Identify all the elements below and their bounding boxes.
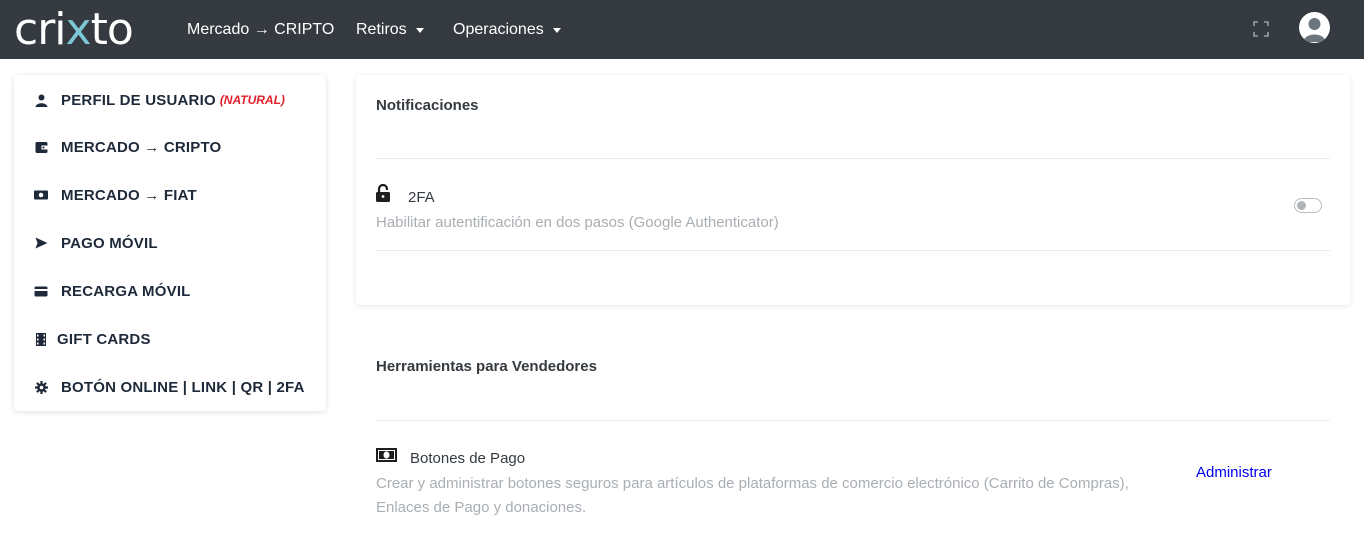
twofa-description: Habilitar autentificación en dos pasos (… [376, 214, 779, 231]
twofa-toggle[interactable] [1294, 198, 1322, 213]
administrar-link[interactable]: Administrar [1196, 464, 1272, 481]
sidebar-item-boton-online[interactable]: BOTÓN ONLINE | LINK | QR | 2FA [14, 363, 326, 411]
nav-mercado-cripto[interactable]: Mercado → CRIPTO [187, 0, 334, 59]
logo-text-left: cri [14, 3, 67, 55]
sidebar-item-label: BOTÓN ONLINE | LINK | QR | 2FA [61, 378, 305, 396]
sidebar-item-label: GIFT CARDS [57, 330, 151, 348]
nav-operaciones-label: Operaciones [453, 20, 544, 38]
seller-tools-title: Herramientas para Vendedores [376, 358, 597, 375]
logo-text-x: x [65, 3, 92, 55]
sidebar-item-gift-cards[interactable]: GIFT CARDS [14, 315, 326, 363]
wallet-icon [34, 140, 48, 154]
money-bill-icon [376, 448, 397, 462]
nav-mercado-cripto-label: Mercado → CRIPTO [187, 20, 335, 38]
paper-plane-icon [34, 236, 48, 250]
sidebar-item-mercado-cripto[interactable]: MERCADO → CRIPTO [14, 123, 326, 171]
seller-tools-section: Herramientas para Vendedores Botones de … [356, 336, 1350, 542]
caret-down-icon [415, 28, 424, 33]
money-bill-icon [34, 188, 48, 202]
sidebar-item-recarga-movil[interactable]: RECARGA MÓVIL [14, 267, 326, 315]
payment-buttons-description: Crear y administrar botones seguros para… [376, 475, 1129, 516]
sidebar-item-pago-movil[interactable]: PAGO MÓVIL [14, 219, 326, 267]
sidebar-item-label: PERFIL DE USUARIO [61, 91, 216, 109]
twofa-title: 2FA [408, 189, 435, 206]
divider [376, 158, 1330, 159]
caret-down-icon [552, 28, 561, 33]
notifications-title: Notificaciones [376, 97, 479, 114]
sidebar-menu: PERFIL DE USUARIO (NATURAL) MERCADO → CR… [14, 75, 326, 411]
notifications-card: Notificaciones 2FA Habilitar autentifica… [356, 75, 1350, 305]
sidebar-item-perfil-usuario[interactable]: PERFIL DE USUARIO (NATURAL) [14, 76, 326, 124]
divider [376, 250, 1330, 251]
sidebar-item-label: PAGO MÓVIL [61, 234, 158, 252]
user-avatar-icon [1303, 18, 1326, 42]
payment-buttons-title: Botones de Pago [410, 450, 526, 467]
sidebar-item-label: MERCADO → CRIPTO [61, 138, 222, 156]
logo-text-right: to [90, 3, 134, 55]
crixto-logo[interactable]: cri x to [14, 3, 134, 55]
top-navbar: cri x to Mercado → CRIPTO Retiros Operacio… [0, 0, 1364, 59]
account-type-badge: (NATURAL) [219, 93, 285, 107]
lock-icon [376, 184, 390, 202]
sidebar-item-label: RECARGA MÓVIL [61, 282, 191, 300]
cog-icon [34, 380, 48, 394]
nav-retiros-label: Retiros [356, 20, 407, 38]
toggle-knob [1297, 201, 1306, 210]
sidebar-item-mercado-fiat[interactable]: MERCADO → FIAT [14, 171, 326, 219]
divider [376, 420, 1330, 421]
user-avatar[interactable] [1299, 12, 1330, 43]
fullscreen-icon[interactable] [1253, 21, 1269, 37]
nav-operaciones-dropdown[interactable]: Operaciones [453, 0, 561, 59]
credit-card-icon [34, 284, 48, 298]
sidebar-item-label: MERCADO → FIAT [61, 186, 197, 204]
user-icon [34, 93, 48, 107]
nav-retiros-dropdown[interactable]: Retiros [356, 0, 424, 59]
film-icon [34, 332, 48, 346]
